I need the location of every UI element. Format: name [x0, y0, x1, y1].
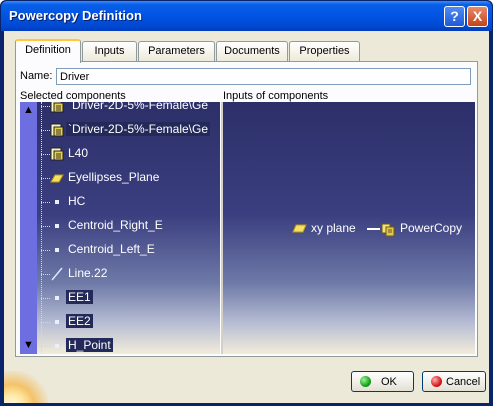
tree-scrollbar[interactable]: ▲ ▼ — [20, 102, 37, 354]
tab-parameters[interactable]: Parameters — [138, 41, 215, 62]
powercopy-definition-window: Powercopy Definition ? X Definition Inpu… — [0, 0, 493, 406]
line-icon — [51, 267, 63, 281]
cancel-button-label: Cancel — [446, 376, 481, 388]
tree-item-label: EE2 — [66, 314, 93, 328]
tree-connector — [41, 154, 50, 155]
tree-item-label: HC — [68, 194, 86, 208]
point-icon — [55, 200, 59, 204]
tree-connector — [41, 130, 50, 131]
dialog-client-area: Definition Inputs Parameters Documents P… — [4, 31, 489, 403]
point-icon — [55, 248, 59, 252]
ok-button-label: OK — [381, 376, 397, 388]
tree-item-label: Centroid_Left_E — [68, 242, 155, 256]
tree-connector — [41, 346, 50, 347]
point-icon — [55, 320, 59, 324]
tab-properties[interactable]: Properties — [289, 41, 360, 62]
flow-connector — [367, 228, 380, 230]
tree-item-label: `Driver-2D-5%-Female\Ge — [68, 102, 209, 112]
selected-components-label: Selected components — [20, 90, 126, 102]
part-document-icon — [50, 147, 64, 161]
input-label[interactable]: xy plane — [311, 221, 356, 235]
catia-logo-icon — [4, 371, 48, 403]
tree-connector — [41, 298, 50, 299]
close-button[interactable]: X — [467, 6, 488, 27]
powercopy-label: PowerCopy — [400, 221, 463, 235]
point-icon — [55, 296, 59, 300]
tree-connector-line — [41, 102, 42, 354]
ok-icon — [360, 376, 371, 387]
tree-item-label: EE1 — [66, 290, 93, 304]
tree-connector — [41, 202, 50, 203]
tree-connector — [41, 226, 50, 227]
tree-connector — [41, 178, 50, 179]
tab-inputs[interactable]: Inputs — [82, 41, 137, 62]
part-document-icon — [50, 123, 64, 137]
tab-definition[interactable]: Definition — [15, 39, 81, 63]
inputs-of-components-label: Inputs of components — [223, 90, 329, 102]
scroll-up-icon[interactable]: ▲ — [22, 103, 35, 117]
tree-connector — [41, 106, 50, 107]
window-title: Powercopy Definition — [9, 8, 142, 23]
plane-icon — [50, 174, 64, 183]
scroll-down-icon[interactable]: ▼ — [22, 338, 35, 352]
ok-button[interactable]: OK — [351, 371, 414, 392]
tree-connector — [41, 274, 50, 275]
powercopy-icon — [381, 223, 395, 237]
inputs-of-components-view[interactable]: xy plane PowerCopy — [223, 102, 475, 354]
tab-documents[interactable]: Documents — [216, 41, 288, 62]
help-button[interactable]: ? — [444, 6, 465, 27]
tree-item-label: Line.22 — [68, 266, 108, 280]
plane-icon — [292, 224, 307, 233]
name-field[interactable] — [56, 68, 471, 85]
point-icon — [55, 344, 59, 348]
tree-item-label: Centroid_Right_E — [68, 218, 163, 232]
tree-item-label: Eyellipses_Plane — [68, 170, 160, 184]
selected-components-tree[interactable]: ▲ ▼ `Driver-2D-5%-Female\Ge `Driver-2D-5… — [20, 102, 220, 354]
tree-connector — [41, 250, 50, 251]
tree-item-label: H_Point — [66, 338, 113, 352]
tree-item-label: L40 — [68, 146, 89, 160]
name-label: Name: — [20, 70, 53, 82]
tree-connector — [41, 322, 50, 323]
cancel-icon — [431, 376, 442, 387]
part-document-icon — [50, 102, 64, 113]
point-icon — [55, 224, 59, 228]
definition-tab-panel: Name: Selected components Inputs of comp… — [15, 61, 478, 357]
tree-item-label: `Driver-2D-5%-Female\Ge — [66, 122, 211, 136]
cancel-button[interactable]: Cancel — [422, 371, 486, 392]
title-bar[interactable]: Powercopy Definition ? X — [1, 1, 492, 31]
